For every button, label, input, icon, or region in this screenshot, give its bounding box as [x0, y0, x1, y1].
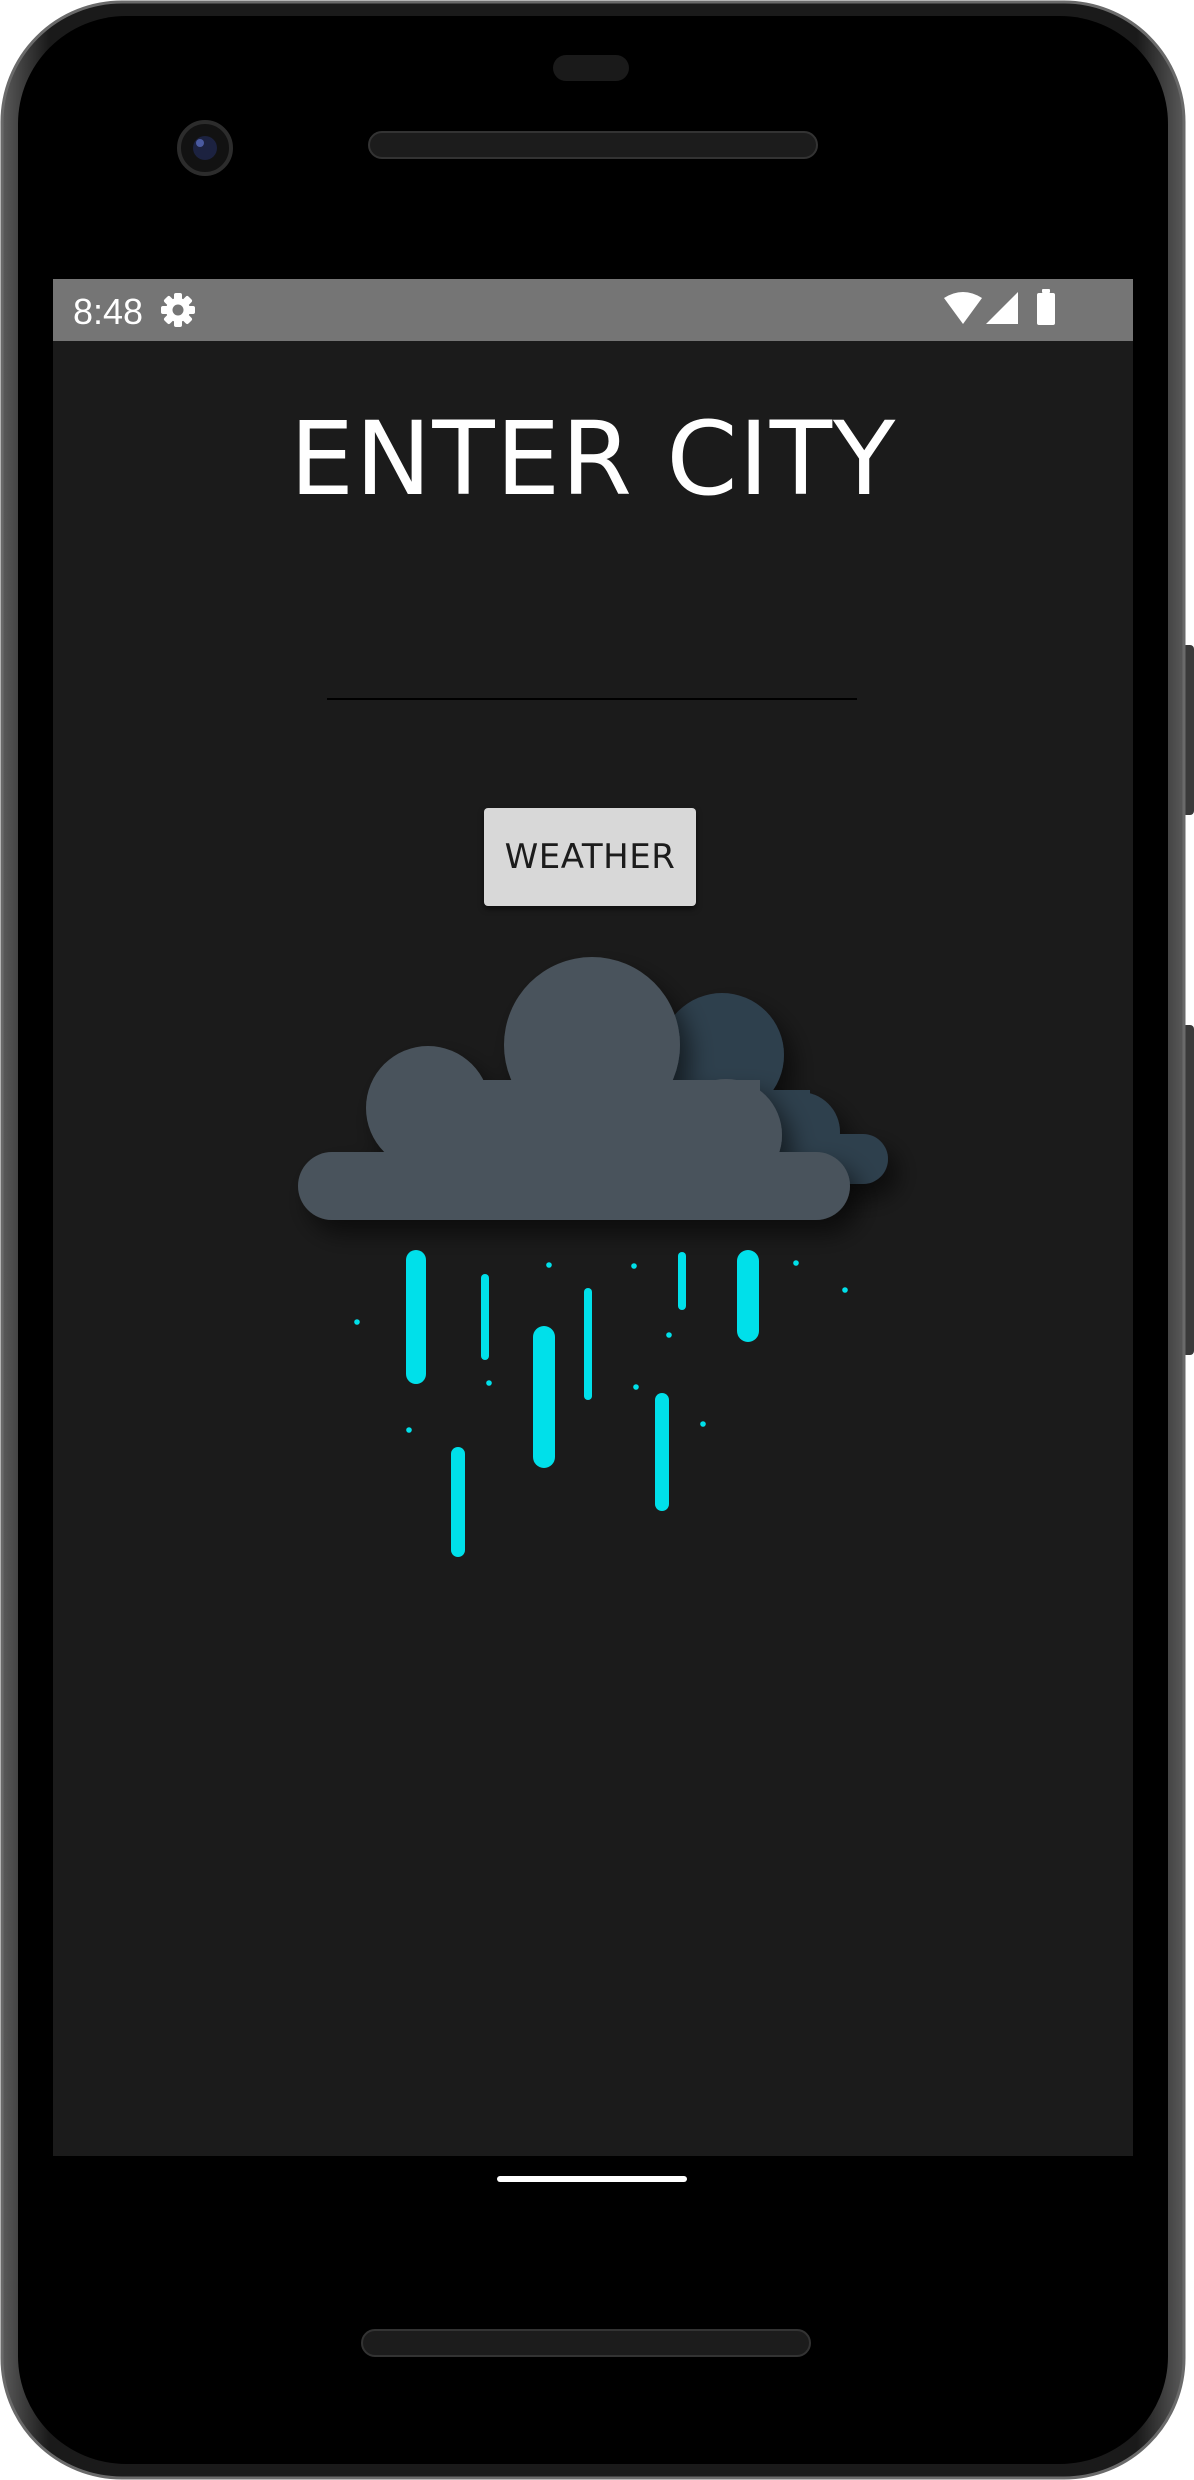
page-title: ENTER CITY	[289, 400, 897, 519]
status-time: 8:48	[73, 291, 144, 332]
weather-button[interactable]: WEATHER	[484, 808, 696, 906]
home-gesture-bar[interactable]	[497, 2176, 687, 2182]
top-speaker	[368, 131, 818, 159]
sensor	[553, 55, 629, 81]
screen	[53, 279, 1133, 2156]
status-bar	[53, 279, 1133, 341]
city-input[interactable]	[327, 610, 857, 700]
phone-frame: 8:48 ENTER CITY WEATHER	[0, 0, 1194, 2480]
device-shell	[0, 0, 1194, 2480]
navigation-bar	[53, 2156, 1133, 2231]
bottom-speaker	[361, 2329, 811, 2357]
